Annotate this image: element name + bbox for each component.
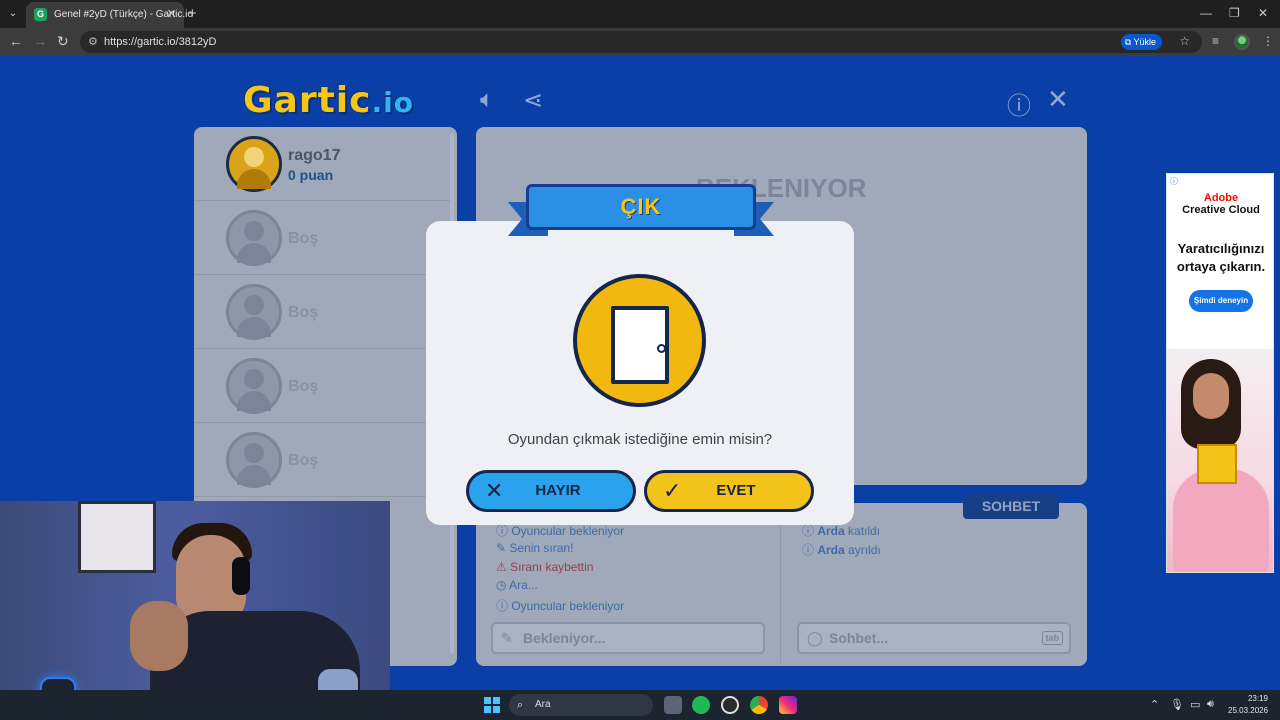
- browser-tabbar: ⌄ G Genel #2yD (Türkçe) - Gartic.io ✕ + …: [0, 0, 1280, 28]
- modal-question: Oyundan çıkmak istediğine emin misin?: [507, 431, 773, 448]
- network-icon[interactable]: ▭: [1190, 698, 1200, 711]
- modal-title: ÇIK: [620, 194, 662, 219]
- windows-start-icon[interactable]: [484, 697, 500, 713]
- door-icon: [573, 274, 706, 407]
- taskbar-search-placeholder: Ara: [535, 699, 551, 710]
- microphone-icon[interactable]: 🎙︎: [1170, 698, 1184, 711]
- menu-icon[interactable]: ⋮: [1262, 34, 1274, 48]
- modal-ribbon: ÇIK: [508, 184, 774, 240]
- address-bar[interactable]: ⚙ https://gartic.io/3812yD ⧉ Yükle ☆: [80, 31, 1202, 53]
- obs-icon[interactable]: [721, 696, 739, 714]
- browser-tab[interactable]: G Genel #2yD (Türkçe) - Gartic.io ✕: [26, 2, 193, 28]
- browser-navbar: ← → ↻ ⚙ https://gartic.io/3812yD ⧉ Yükle…: [0, 28, 1280, 56]
- new-tab-icon[interactable]: +: [188, 5, 197, 22]
- close-tab-icon[interactable]: ✕: [167, 7, 176, 20]
- close-window-icon[interactable]: ✕: [1258, 6, 1268, 20]
- tray-chevron-icon[interactable]: ⌃: [1150, 698, 1159, 711]
- install-button[interactable]: ⧉ Yükle: [1120, 34, 1162, 50]
- spotify-icon[interactable]: [692, 696, 710, 714]
- taskbar-search[interactable]: ⌕ Ara: [509, 694, 653, 716]
- profile-avatar[interactable]: [1234, 34, 1250, 50]
- reload-icon[interactable]: ↻: [57, 33, 69, 50]
- volume-icon[interactable]: 🔊︎: [1207, 698, 1214, 711]
- instagram-icon[interactable]: [779, 696, 797, 714]
- yes-button[interactable]: ✓ EVET: [644, 470, 814, 512]
- clock-time: 23:19: [1247, 694, 1268, 703]
- forward-icon[interactable]: →: [33, 33, 47, 49]
- taskbar: ⌕ Ara ⌃ 🎙︎ ▭ 🔊︎ 23:19 25.03.2026: [0, 690, 1280, 720]
- back-icon[interactable]: ←: [9, 33, 23, 49]
- url-text: https://gartic.io/3812yD: [104, 36, 217, 48]
- site-info-icon[interactable]: ⚙: [88, 35, 98, 48]
- no-button[interactable]: ✕ HAYIR: [466, 470, 636, 512]
- webcam-overlay: [0, 501, 390, 720]
- chrome-icon[interactable]: [750, 696, 768, 714]
- tab-search-icon[interactable]: ⌄: [4, 5, 22, 23]
- clock-date: 25.03.2026: [1228, 706, 1269, 715]
- restore-icon[interactable]: ❐: [1229, 6, 1240, 20]
- media-icon[interactable]: ≡: [1212, 34, 1219, 48]
- install-label: Yükle: [1133, 37, 1156, 47]
- bookmark-star-icon[interactable]: ☆: [1179, 34, 1190, 48]
- clock[interactable]: 23:19 25.03.2026: [1228, 693, 1268, 717]
- yes-button-label: EVET: [716, 482, 756, 499]
- minimize-icon[interactable]: —: [1200, 6, 1212, 20]
- search-icon: ⌕: [517, 699, 524, 711]
- gartic-favicon-icon: G: [34, 8, 47, 21]
- no-button-label: HAYIR: [535, 482, 581, 499]
- task-view-icon[interactable]: [664, 696, 682, 714]
